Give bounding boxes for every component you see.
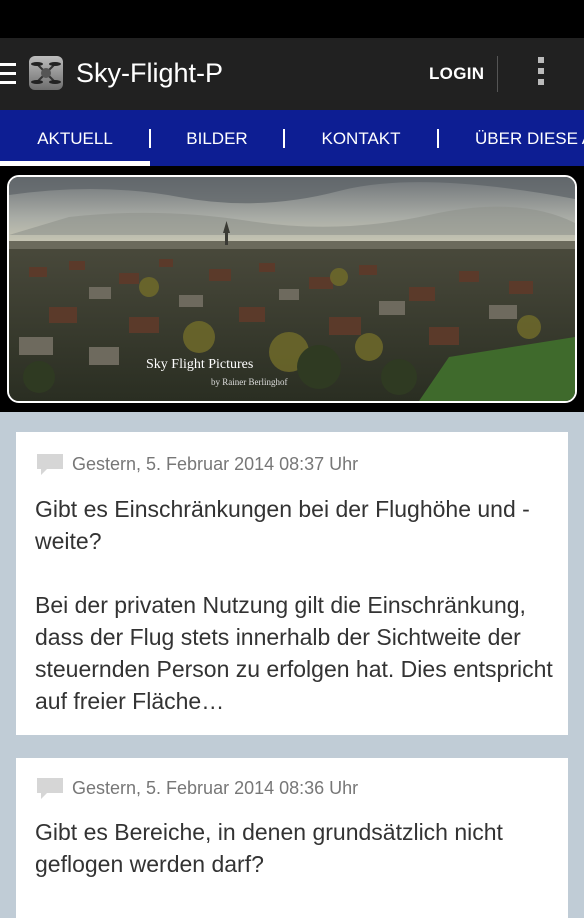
vertical-dots-icon[interactable] <box>535 57 547 91</box>
tab-ueber-diese-app[interactable]: ÜBER DIESE APP <box>475 110 584 166</box>
post-answer: Bei der privaten Nutzung gilt die Einsch… <box>35 592 553 714</box>
tab-bilder[interactable]: BILDER <box>150 110 284 166</box>
post-question: Gibt es Einschränkungen bei der Flughöhe… <box>35 496 530 554</box>
post-date: Gestern, 5. Februar 2014 08:36 Uhr <box>72 778 359 798</box>
news-card[interactable]: Gestern, 5. Februar 2014 08:36 Uhr Gibt … <box>16 758 568 918</box>
tab-separator <box>437 129 439 148</box>
speech-bubble-icon <box>37 778 63 800</box>
tab-bar: AKTUELL BILDER KONTAKT ÜBER DIESE APP <box>0 110 584 166</box>
banner-image: Sky Flight Pictures by Rainer Berlinghof <box>7 175 577 403</box>
news-card[interactable]: Gestern, 5. Februar 2014 08:37 Uhr Gibt … <box>16 432 568 735</box>
banner-area: Sky Flight Pictures by Rainer Berlinghof <box>0 166 584 412</box>
speech-bubble-icon <box>37 454 63 476</box>
action-bar: Sky-Flight-P LOGIN <box>0 38 584 110</box>
tab-kontakt[interactable]: KONTAKT <box>284 110 438 166</box>
post-date: Gestern, 5. Februar 2014 08:37 Uhr <box>72 454 359 474</box>
app-title: Sky-Flight-P <box>76 58 224 88</box>
action-bar-divider <box>497 56 498 92</box>
banner-credit: by Rainer Berlinghof <box>211 377 288 387</box>
drone-app-icon[interactable] <box>29 56 63 90</box>
hamburger-icon[interactable] <box>0 63 16 85</box>
login-button[interactable]: LOGIN <box>429 64 484 84</box>
post-question: Gibt es Bereiche, in denen grundsätzlich… <box>35 819 503 877</box>
tab-aktuell[interactable]: AKTUELL <box>0 110 150 166</box>
banner-title: Sky Flight Pictures <box>146 357 254 372</box>
status-bar <box>0 0 584 38</box>
